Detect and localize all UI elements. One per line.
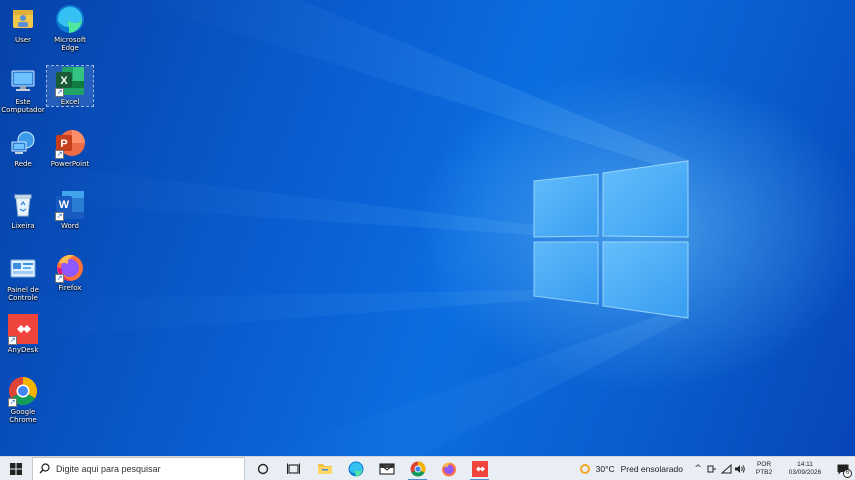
weather-temperature: 30°C <box>595 464 615 474</box>
desktop-icon-firefox[interactable]: ↗ Firefox <box>47 252 93 292</box>
control-panel-icon <box>8 254 38 284</box>
action-center-button[interactable]: 6 <box>831 457 855 480</box>
desktop-icon-label: Microsoft Edge <box>54 36 86 52</box>
desktop-icon-label: AnyDesk <box>7 346 39 354</box>
weather-description: Pred ensolarado <box>620 464 683 474</box>
firefox-icon <box>441 462 456 476</box>
desktop-icon-label: Word <box>61 222 79 230</box>
excel-icon: X ↗ <box>55 66 85 97</box>
taskbar-file-explorer[interactable] <box>309 457 340 480</box>
svg-text:W: W <box>59 199 70 211</box>
edge-icon <box>348 461 363 476</box>
taskbar-mail[interactable] <box>371 457 402 480</box>
desktop-icon-google-chrome[interactable]: ↗ Google Chrome <box>0 376 46 424</box>
chrome-icon: ↗ <box>8 376 38 407</box>
taskbar-chrome[interactable] <box>402 457 433 480</box>
usb-device-icon <box>707 465 716 473</box>
network-disconnected-icon <box>720 464 731 474</box>
search-icon <box>39 463 50 474</box>
shortcut-arrow-icon: ↗ <box>55 274 64 283</box>
desktop-icon-powerpoint[interactable]: P ↗ PowerPoint <box>47 128 93 168</box>
desktop-icon-label: Painel de Controle <box>7 286 39 302</box>
notification-count-badge: 6 <box>843 469 852 478</box>
volume-button[interactable] <box>733 457 747 480</box>
desktop-icon-label: Excel <box>60 98 80 106</box>
recycle-bin-icon <box>8 190 38 220</box>
chrome-icon <box>410 461 425 476</box>
language-line1: POR <box>756 461 772 468</box>
desktop-icon-recycle-bin[interactable]: Lixeira <box>0 190 46 230</box>
edge-icon <box>55 4 85 34</box>
desktop-icon-label: Google Chrome <box>9 408 37 424</box>
taskbar-search-box[interactable]: Digite aqui para pesquisar <box>32 456 245 480</box>
desktop-icon-user[interactable]: User <box>0 4 46 44</box>
svg-text:X: X <box>60 75 68 87</box>
clock-time: 14:11 <box>797 461 813 468</box>
desktop-icon-control-panel[interactable]: Painel de Controle <box>0 254 46 302</box>
desktop-icon-excel[interactable]: X ↗ Excel <box>46 65 94 107</box>
word-icon: W ↗ <box>55 190 85 221</box>
mail-icon <box>378 462 395 475</box>
windows-logo-wallpaper <box>0 0 689 456</box>
speaker-icon <box>735 465 745 473</box>
chevron-up-icon: ^ <box>694 464 702 474</box>
desktop-icon-label: Firefox <box>58 284 82 292</box>
task-view-icon <box>287 463 300 474</box>
sun-cloud-icon <box>579 464 590 474</box>
system-tray: 30°C Pred ensolarado ^ POR PTB2 14:11 03… <box>578 457 855 480</box>
desktop-icon-anydesk[interactable]: ↗ AnyDesk <box>0 314 46 354</box>
desktop-icon-label: PowerPoint <box>50 160 90 168</box>
show-hidden-icons-button[interactable]: ^ <box>691 457 705 480</box>
anydesk-icon <box>471 460 488 477</box>
network-icon <box>8 128 38 158</box>
clock-date: 03/09/2026 <box>788 469 822 476</box>
user-folder-icon <box>8 4 38 34</box>
desktop-icon-label: Rede <box>14 160 32 168</box>
desktop-icon-this-pc[interactable]: Este Computador <box>0 66 46 114</box>
svg-text:P: P <box>60 138 67 150</box>
file-explorer-icon <box>317 464 332 474</box>
network-status-button[interactable] <box>719 457 733 480</box>
desktop-icon-label: Este Computador <box>1 98 45 114</box>
desktop-icon-microsoft-edge[interactable]: Microsoft Edge <box>47 4 93 52</box>
computer-icon <box>8 66 38 96</box>
desktop-icon-network[interactable]: Rede <box>0 128 46 168</box>
desktop-icon-label: Lixeira <box>11 222 35 230</box>
shortcut-arrow-icon: ↗ <box>55 150 64 159</box>
taskbar-firefox[interactable] <box>433 457 464 480</box>
start-button[interactable] <box>0 457 32 480</box>
desktop-icon-label: User <box>15 36 31 44</box>
desktop-icon-word[interactable]: W ↗ Word <box>47 190 93 230</box>
language-line2: PTB2 <box>755 469 773 476</box>
clock[interactable]: 14:11 03/09/2026 <box>783 461 827 477</box>
cortana-icon <box>257 463 268 474</box>
taskbar-edge[interactable] <box>340 457 371 480</box>
language-indicator[interactable]: POR PTB2 <box>753 461 775 477</box>
search-placeholder: Digite aqui para pesquisar <box>56 463 161 474</box>
shortcut-arrow-icon: ↗ <box>8 336 17 345</box>
task-view-button[interactable] <box>278 457 309 480</box>
shortcut-arrow-icon: ↗ <box>55 88 64 97</box>
taskbar: Digite aqui para pesquisar 30°C Pred ens… <box>0 456 855 480</box>
powerpoint-icon: P ↗ <box>55 128 85 159</box>
cortana-button[interactable] <box>247 457 278 480</box>
shortcut-arrow-icon: ↗ <box>55 212 64 221</box>
shortcut-arrow-icon: ↗ <box>8 398 17 407</box>
firefox-icon: ↗ <box>55 252 85 283</box>
weather-widget[interactable]: 30°C Pred ensolarado <box>578 462 683 476</box>
desktop[interactable]: User Este Computador Rede Lixeira Painel… <box>0 0 855 456</box>
taskbar-anydesk[interactable] <box>464 457 495 480</box>
windows-start-icon <box>10 462 22 475</box>
tray-device-icon[interactable] <box>705 457 719 480</box>
anydesk-icon: ↗ <box>8 314 38 345</box>
